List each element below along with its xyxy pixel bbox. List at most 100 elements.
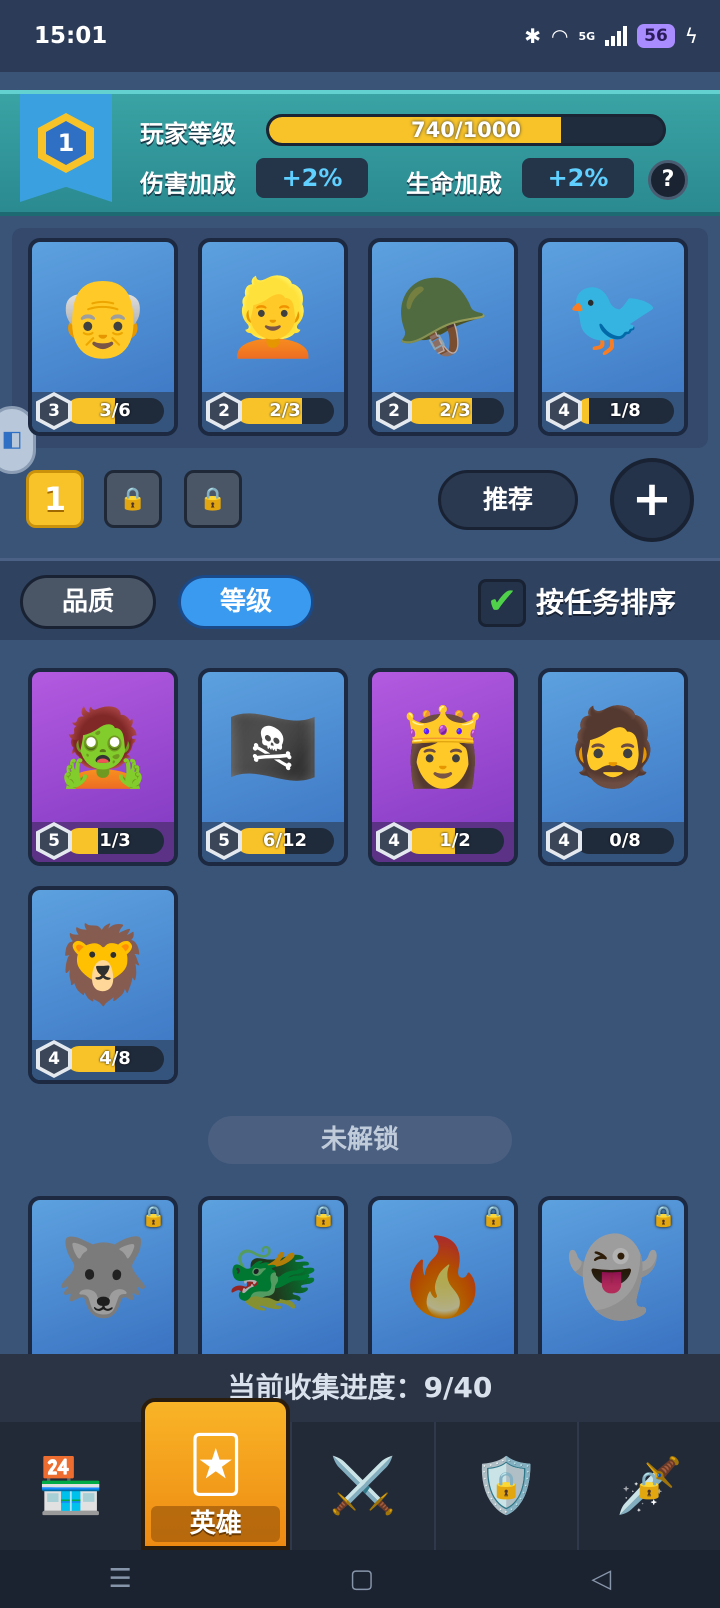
hero-shard-count: 1/3 — [99, 830, 131, 851]
player-level-badge[interactable]: 1 — [20, 94, 112, 202]
nav-battle[interactable]: ⚔️ — [290, 1422, 433, 1550]
hero-shard-count: 1/8 — [609, 400, 641, 421]
tab-quality[interactable]: 品质 — [20, 575, 156, 629]
system-nav-bar: ☰ ▢ ◁ — [0, 1550, 720, 1608]
collection-progress: 当前收集进度：9/40 — [0, 1354, 720, 1422]
player-panel: 1 玩家等级 740/1000 伤害加成 +2% 生命加成 +2% ? — [0, 90, 720, 216]
hero-level: 3 — [40, 396, 68, 426]
menu-icon[interactable]: ☰ — [109, 1564, 132, 1594]
nav-heroes-label: 英雄 — [151, 1506, 281, 1542]
lock-icon: 🔒 — [311, 1204, 336, 1228]
lock-icon: 🔒 — [481, 1204, 506, 1228]
hero-card[interactable]: 🪖 2/3 2 — [368, 238, 518, 436]
hero-portrait-icon: 🧔 — [565, 702, 661, 791]
charging-icon: ϟ — [684, 24, 698, 48]
xp-bar: 740/1000 — [266, 114, 666, 146]
hero-portrait-icon: 🐦 — [565, 272, 661, 361]
hero-card[interactable]: 👴 3/6 3 — [28, 238, 178, 436]
hero-shard-count: 2/3 — [439, 400, 471, 421]
team-slot-1[interactable]: 1 — [26, 470, 84, 528]
status-time: 15:01 — [34, 23, 108, 49]
hero-shard-count: 3/6 — [99, 400, 131, 421]
hero-card[interactable]: 🦁 4/8 4 — [28, 886, 178, 1084]
hero-card[interactable]: 🧟 1/3 5 — [28, 668, 178, 866]
wifi-icon: ◠ — [550, 24, 569, 48]
hero-card[interactable]: 👱 2/3 2 — [198, 238, 348, 436]
bluetooth-icon: ✱ — [524, 24, 541, 48]
lock-icon: 🔒 — [141, 1204, 166, 1228]
hero-level: 5 — [210, 826, 238, 856]
filter-bar: 品质 等级 ✔ 按任务排序 — [0, 558, 720, 640]
sort-by-quest-label: 按任务排序 — [536, 586, 677, 619]
hero-shard-progress: 1/3 — [66, 828, 164, 854]
nav-shop[interactable]: 🏪 — [0, 1422, 141, 1550]
hero-portrait-icon: 👸 — [395, 702, 491, 791]
battle-icon: ⚔️ — [329, 1454, 397, 1517]
hero-level: 4 — [380, 826, 408, 856]
hero-level: 2 — [210, 396, 238, 426]
life-bonus-label: 生命加成 — [406, 170, 502, 198]
hero-shard-progress: 2/3 — [236, 398, 334, 424]
back-icon[interactable]: ◁ — [591, 1564, 611, 1594]
locked-hero-card[interactable]: 👻 🔒 — [538, 1196, 688, 1354]
hero-portrait-icon: 👴 — [55, 272, 151, 361]
damage-bonus-label: 伤害加成 — [140, 170, 236, 198]
hero-portrait-icon: 🏴‍☠️ — [225, 702, 321, 791]
hero-level: 5 — [40, 826, 68, 856]
hero-shard-count: 2/3 — [269, 400, 301, 421]
hero-shard-progress: 2/3 — [406, 398, 504, 424]
team-slot-2-lock-icon[interactable]: 🔒 — [104, 470, 162, 528]
xp-text: 740/1000 — [411, 118, 521, 142]
hero-level: 4 — [550, 826, 578, 856]
nav-events[interactable]: 🗡️ 🔒 — [576, 1422, 720, 1550]
network-type: 5G — [578, 29, 596, 43]
damage-bonus-value: +2% — [256, 158, 368, 198]
nav-guild[interactable]: 🛡️ 🔒 — [433, 1422, 577, 1550]
hero-shard-progress: 1/8 — [576, 398, 674, 424]
home-icon[interactable]: ▢ — [349, 1564, 374, 1594]
recommend-button[interactable]: 推荐 — [438, 470, 578, 530]
hero-shard-count: 6/12 — [262, 830, 308, 851]
sort-by-quest-checkbox[interactable]: ✔ — [478, 579, 526, 627]
locked-hero-card[interactable]: 🔥 🔒 — [368, 1196, 518, 1354]
locked-hero-card[interactable]: 🐺 🔒 — [28, 1196, 178, 1354]
heroes-icon: 🃏 — [188, 1432, 244, 1496]
nav-heroes[interactable]: 🃏 英雄 — [141, 1398, 291, 1550]
hero-portrait-icon: 🪖 — [395, 272, 491, 361]
hero-level: 4 — [550, 396, 578, 426]
hero-shard-progress: 6/12 — [236, 828, 334, 854]
team-slot-3-lock-icon[interactable]: 🔒 — [184, 470, 242, 528]
locked-hero-card[interactable]: 🐲 🔒 — [198, 1196, 348, 1354]
hero-card[interactable]: 🐦 1/8 4 — [538, 238, 688, 436]
hero-shard-progress: 4/8 — [66, 1046, 164, 1072]
add-team-button[interactable]: + — [610, 458, 694, 542]
hero-card[interactable]: 🧔 0/8 4 — [538, 668, 688, 866]
hero-level: 2 — [380, 396, 408, 426]
hero-shard-count: 4/8 — [99, 1048, 131, 1069]
player-level-label: 玩家等级 — [140, 120, 236, 148]
events-lock-icon: 🔒 — [633, 1471, 666, 1501]
hero-portrait-icon: 🦁 — [55, 920, 151, 1009]
hero-shard-progress: 1/2 — [406, 828, 504, 854]
hero-shard-count: 1/2 — [439, 830, 471, 851]
player-level: 1 — [46, 121, 86, 165]
hero-portrait-icon: 🧟 — [55, 702, 151, 791]
hero-card[interactable]: 👸 1/2 4 — [368, 668, 518, 866]
hero-shard-count: 0/8 — [609, 830, 641, 851]
hero-shard-progress: 3/6 — [66, 398, 164, 424]
bottom-nav: 🏪 🃏 英雄 ⚔️ 🛡️ 🔒 🗡️ 🔒 — [0, 1398, 720, 1550]
status-icons: ✱ ◠ 5G 56 ϟ — [524, 24, 698, 48]
locked-section-title: 未解锁 — [208, 1116, 512, 1164]
signal-icon — [605, 26, 628, 46]
tab-level[interactable]: 等级 — [178, 575, 314, 629]
lock-icon: 🔒 — [651, 1204, 676, 1228]
help-button[interactable]: ? — [648, 160, 688, 200]
hero-card[interactable]: 🏴‍☠️ 6/12 5 — [198, 668, 348, 866]
hero-level: 4 — [40, 1044, 68, 1074]
guild-lock-icon: 🔒 — [490, 1471, 523, 1501]
battery-level: 56 — [637, 24, 675, 48]
shop-icon: 🏪 — [36, 1454, 105, 1517]
hero-shard-progress: 0/8 — [576, 828, 674, 854]
status-bar: 15:01 ✱ ◠ 5G 56 ϟ — [0, 0, 720, 72]
life-bonus-value: +2% — [522, 158, 634, 198]
